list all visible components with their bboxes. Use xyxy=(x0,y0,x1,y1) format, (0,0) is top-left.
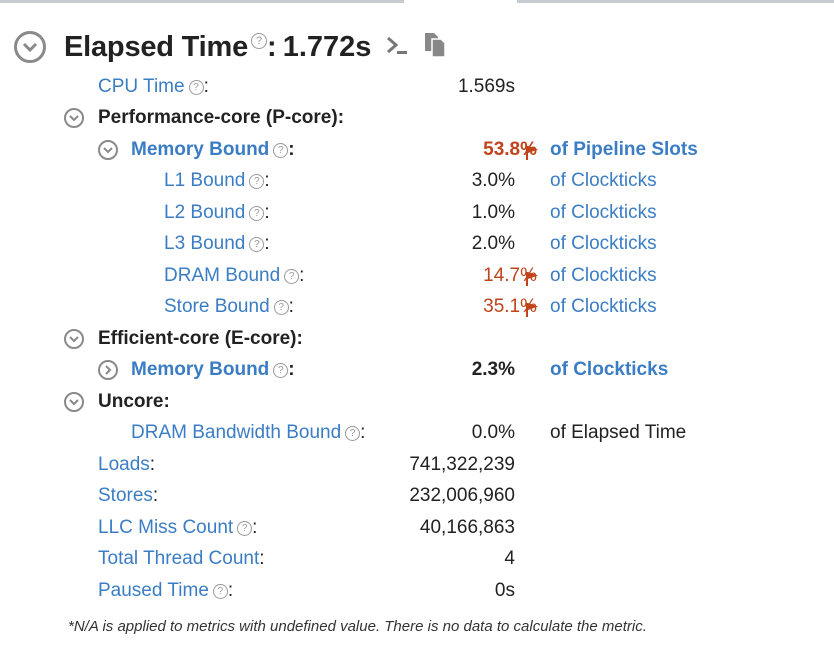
total-thread-count-label[interactable]: Total Thread Count xyxy=(98,548,259,569)
cpu-time-value: 1.569s xyxy=(457,76,515,97)
collapse-chevron-icon[interactable] xyxy=(64,329,84,349)
ecore-memory-bound-row: Memory Bound?: 2.3% of Clockticks xyxy=(0,356,834,384)
l2-bound-value: 1.0% xyxy=(471,202,515,223)
dram-bound-unit: of Clockticks xyxy=(550,265,657,286)
memory-bound-label[interactable]: Memory Bound xyxy=(131,139,269,160)
flag-icon xyxy=(525,299,539,327)
help-icon[interactable]: ? xyxy=(188,80,204,95)
label-colon: : xyxy=(149,454,156,475)
label-colon: : xyxy=(252,517,258,538)
llc-miss-count-row: LLC Miss Count?: 40,166,863 xyxy=(0,514,834,542)
l1-bound-value: 3.0% xyxy=(471,170,515,191)
total-thread-count-value: 4 xyxy=(504,548,515,569)
total-thread-count-row: Total Thread Count: 4 xyxy=(0,545,834,573)
pcore-row: Performance-core (P-core): xyxy=(0,104,834,132)
footnote: *N/A is applied to metrics with undefine… xyxy=(68,618,647,635)
loads-value: 741,322,239 xyxy=(409,454,515,475)
memory-bound-label[interactable]: Memory Bound xyxy=(131,359,269,380)
l3-bound-unit: of Clockticks xyxy=(550,233,657,254)
llc-miss-count-value: 40,166,863 xyxy=(419,517,515,538)
expand-chevron-icon[interactable] xyxy=(98,360,118,380)
memory-bound-unit: of Clockticks xyxy=(550,359,669,380)
label-colon: : xyxy=(288,139,295,160)
dram-bandwidth-bound-label[interactable]: DRAM Bandwidth Bound xyxy=(131,422,341,443)
l1-bound-label[interactable]: L1 Bound xyxy=(164,170,245,191)
store-bound-label[interactable]: Store Bound xyxy=(164,296,270,317)
dram-bandwidth-bound-value: 0.0% xyxy=(471,422,515,443)
label-colon: : xyxy=(264,170,270,191)
collapse-chevron-icon[interactable] xyxy=(14,31,46,63)
l2-bound-label[interactable]: L2 Bound xyxy=(164,202,245,223)
stores-label[interactable]: Stores xyxy=(98,485,153,506)
loads-label[interactable]: Loads xyxy=(98,454,150,475)
help-icon[interactable]: ? xyxy=(273,363,289,378)
label-colon: : xyxy=(299,265,305,286)
title-colon: : xyxy=(267,30,277,63)
tab-strip-left xyxy=(0,0,404,3)
loads-row: Loads: 741,322,239 xyxy=(0,451,834,479)
cpu-time-row: CPU Time?: 1.569s xyxy=(0,73,834,101)
uncore-row: Uncore: xyxy=(0,388,834,416)
label-colon: : xyxy=(264,233,270,254)
collapse-chevron-icon[interactable] xyxy=(64,108,84,128)
pcore-label: Performance-core (P-core): xyxy=(98,107,345,128)
memory-bound-unit: of Pipeline Slots xyxy=(550,139,698,160)
store-bound-unit: of Clockticks xyxy=(550,296,657,317)
label-colon: : xyxy=(288,296,294,317)
l2-bound-unit: of Clockticks xyxy=(550,202,657,223)
label-colon: : xyxy=(288,359,295,380)
l3-bound-row: L3 Bound?: 2.0% of Clockticks xyxy=(0,230,834,258)
help-icon[interactable]: ? xyxy=(237,521,253,536)
help-icon[interactable]: ? xyxy=(284,269,300,284)
terminal-icon[interactable] xyxy=(385,33,409,62)
stores-row: Stores: 232,006,960 xyxy=(0,482,834,510)
l3-bound-label[interactable]: L3 Bound xyxy=(164,233,245,254)
label-colon: : xyxy=(360,422,366,443)
paused-time-value: 0s xyxy=(494,580,515,601)
help-icon[interactable]: ? xyxy=(249,237,265,252)
collapse-chevron-icon[interactable] xyxy=(98,140,118,160)
ecore-label: Efficient-core (E-core): xyxy=(98,328,303,349)
llc-miss-count-label[interactable]: LLC Miss Count xyxy=(98,517,233,538)
label-colon: : xyxy=(227,580,234,601)
help-icon[interactable]: ? xyxy=(345,426,361,441)
l2-bound-row: L2 Bound?: 1.0% of Clockticks xyxy=(0,199,834,227)
paused-time-row: Paused Time?: 0s xyxy=(0,577,834,605)
collapse-chevron-icon[interactable] xyxy=(64,392,84,412)
memory-bound-value: 2.3% xyxy=(471,359,515,380)
label-colon: : xyxy=(203,76,209,97)
label-colon: : xyxy=(259,548,265,569)
label-colon: : xyxy=(152,485,159,506)
l3-bound-value: 2.0% xyxy=(471,233,515,254)
help-icon[interactable]: ? xyxy=(273,300,289,315)
help-icon[interactable]: ? xyxy=(212,584,228,599)
help-icon[interactable]: ? xyxy=(251,33,268,49)
stores-value: 232,006,960 xyxy=(409,485,515,506)
paused-time-label[interactable]: Paused Time xyxy=(98,580,209,601)
uncore-label: Uncore: xyxy=(98,391,170,412)
dram-bandwidth-bound-unit: of Elapsed Time xyxy=(550,422,687,443)
elapsed-time-value: 1.772s xyxy=(282,30,372,63)
dram-bound-row: DRAM Bound?: 14.7% of Clockticks xyxy=(0,262,834,290)
help-icon[interactable]: ? xyxy=(273,143,289,158)
tab-strip-right xyxy=(517,0,834,3)
dram-bandwidth-bound-row: DRAM Bandwidth Bound?: 0.0% of Elapsed T… xyxy=(0,419,834,447)
flag-icon xyxy=(525,142,539,170)
ecore-row: Efficient-core (E-core): xyxy=(0,325,834,353)
pcore-memory-bound-row: Memory Bound?: 53.8% of Pipeline Slots xyxy=(0,136,834,164)
store-bound-row: Store Bound?: 35.1% of Clockticks xyxy=(0,293,834,321)
l1-bound-unit: of Clockticks xyxy=(550,170,657,191)
cpu-time-label[interactable]: CPU Time xyxy=(98,76,185,97)
dram-bound-label[interactable]: DRAM Bound xyxy=(164,265,280,286)
flag-icon xyxy=(525,268,539,296)
help-icon[interactable]: ? xyxy=(249,206,265,221)
label-colon: : xyxy=(264,202,270,223)
help-icon[interactable]: ? xyxy=(249,174,265,189)
l1-bound-row: L1 Bound?: 3.0% of Clockticks xyxy=(0,167,834,195)
copy-icon[interactable] xyxy=(423,32,447,63)
page-title: Elapsed Time xyxy=(64,30,249,63)
elapsed-time-header: Elapsed Time ? : 1.772s xyxy=(14,28,447,66)
